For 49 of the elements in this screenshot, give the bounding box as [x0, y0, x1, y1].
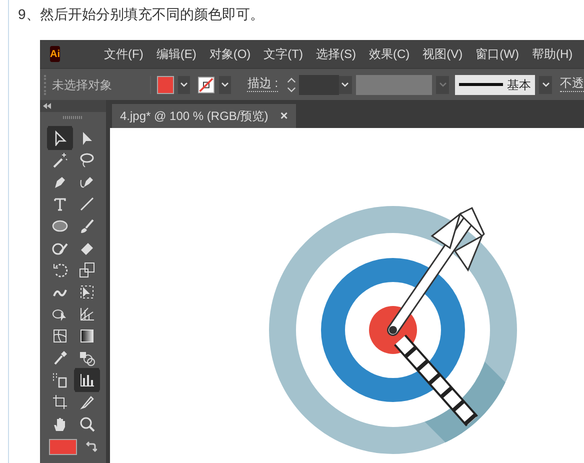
scale-icon[interactable]: [78, 262, 94, 278]
symbol-sprayer-icon[interactable]: [52, 372, 68, 388]
fill-swatch[interactable]: [156, 76, 174, 94]
ellipse-icon[interactable]: [52, 218, 68, 234]
opacity-label[interactable]: 不透: [560, 77, 584, 92]
stroke-swatch[interactable]: [198, 76, 215, 94]
close-button[interactable]: ×: [280, 106, 288, 126]
menu-item[interactable]: 帮助(H): [532, 45, 573, 63]
perspective-grid-icon[interactable]: [78, 306, 94, 322]
selection-label: 未选择对象: [52, 76, 112, 94]
eyedropper-icon[interactable]: [52, 350, 68, 366]
menu-item[interactable]: 对象(O): [209, 45, 251, 63]
step-text: 9、然后开始分别填充不同的颜色即可。: [17, 5, 265, 24]
menu-item[interactable]: 文字(T): [264, 45, 303, 63]
blend-icon[interactable]: [78, 350, 94, 366]
stepper-icon[interactable]: [286, 76, 298, 94]
curvature-pen-icon[interactable]: [78, 174, 94, 190]
menu-item[interactable]: 选择(S): [316, 45, 356, 63]
document-tab[interactable]: 4.jpg* @ 100 % (RGB/预览) ×: [112, 104, 296, 128]
menu-item[interactable]: 视图(V): [422, 45, 463, 63]
menu-item[interactable]: 编辑(E): [156, 45, 196, 63]
free-transform-icon[interactable]: [78, 284, 94, 300]
grip-icon: [63, 116, 83, 119]
stroke-weight-field[interactable]: [299, 74, 340, 94]
type-icon[interactable]: [52, 196, 68, 212]
stroke-style-dropdown[interactable]: 基本: [455, 74, 536, 94]
artboard-icon[interactable]: [52, 394, 68, 410]
menu-item[interactable]: 效果(C): [368, 45, 410, 63]
menu-item[interactable]: 窗口(W): [476, 45, 519, 63]
menu-item[interactable]: 文件(F): [104, 45, 144, 63]
collapse-icon[interactable]: [43, 103, 51, 109]
slice-knife-icon[interactable]: [78, 394, 94, 410]
paintbrush-icon[interactable]: [78, 218, 94, 234]
stroke-label[interactable]: 描边 :: [247, 77, 278, 92]
rotate-icon[interactable]: [52, 262, 68, 278]
tab-title: 4.jpg* @ 100 % (RGB/预览): [120, 108, 268, 125]
style-label: 基本: [507, 76, 532, 94]
mesh-icon[interactable]: [52, 328, 68, 344]
swap-icon[interactable]: [85, 441, 97, 453]
eraser-icon[interactable]: [78, 240, 94, 256]
app-logo: Ai: [50, 46, 60, 62]
magic-wand-icon[interactable]: [52, 152, 68, 168]
zoom-icon[interactable]: [78, 416, 94, 432]
fill-swatch[interactable]: [49, 439, 77, 455]
lasso-icon[interactable]: [78, 152, 94, 168]
gradient-icon[interactable]: [78, 328, 94, 344]
hand-icon[interactable]: [52, 416, 68, 432]
line-segment-icon[interactable]: [78, 196, 94, 212]
stroke-line-icon: [459, 83, 504, 86]
